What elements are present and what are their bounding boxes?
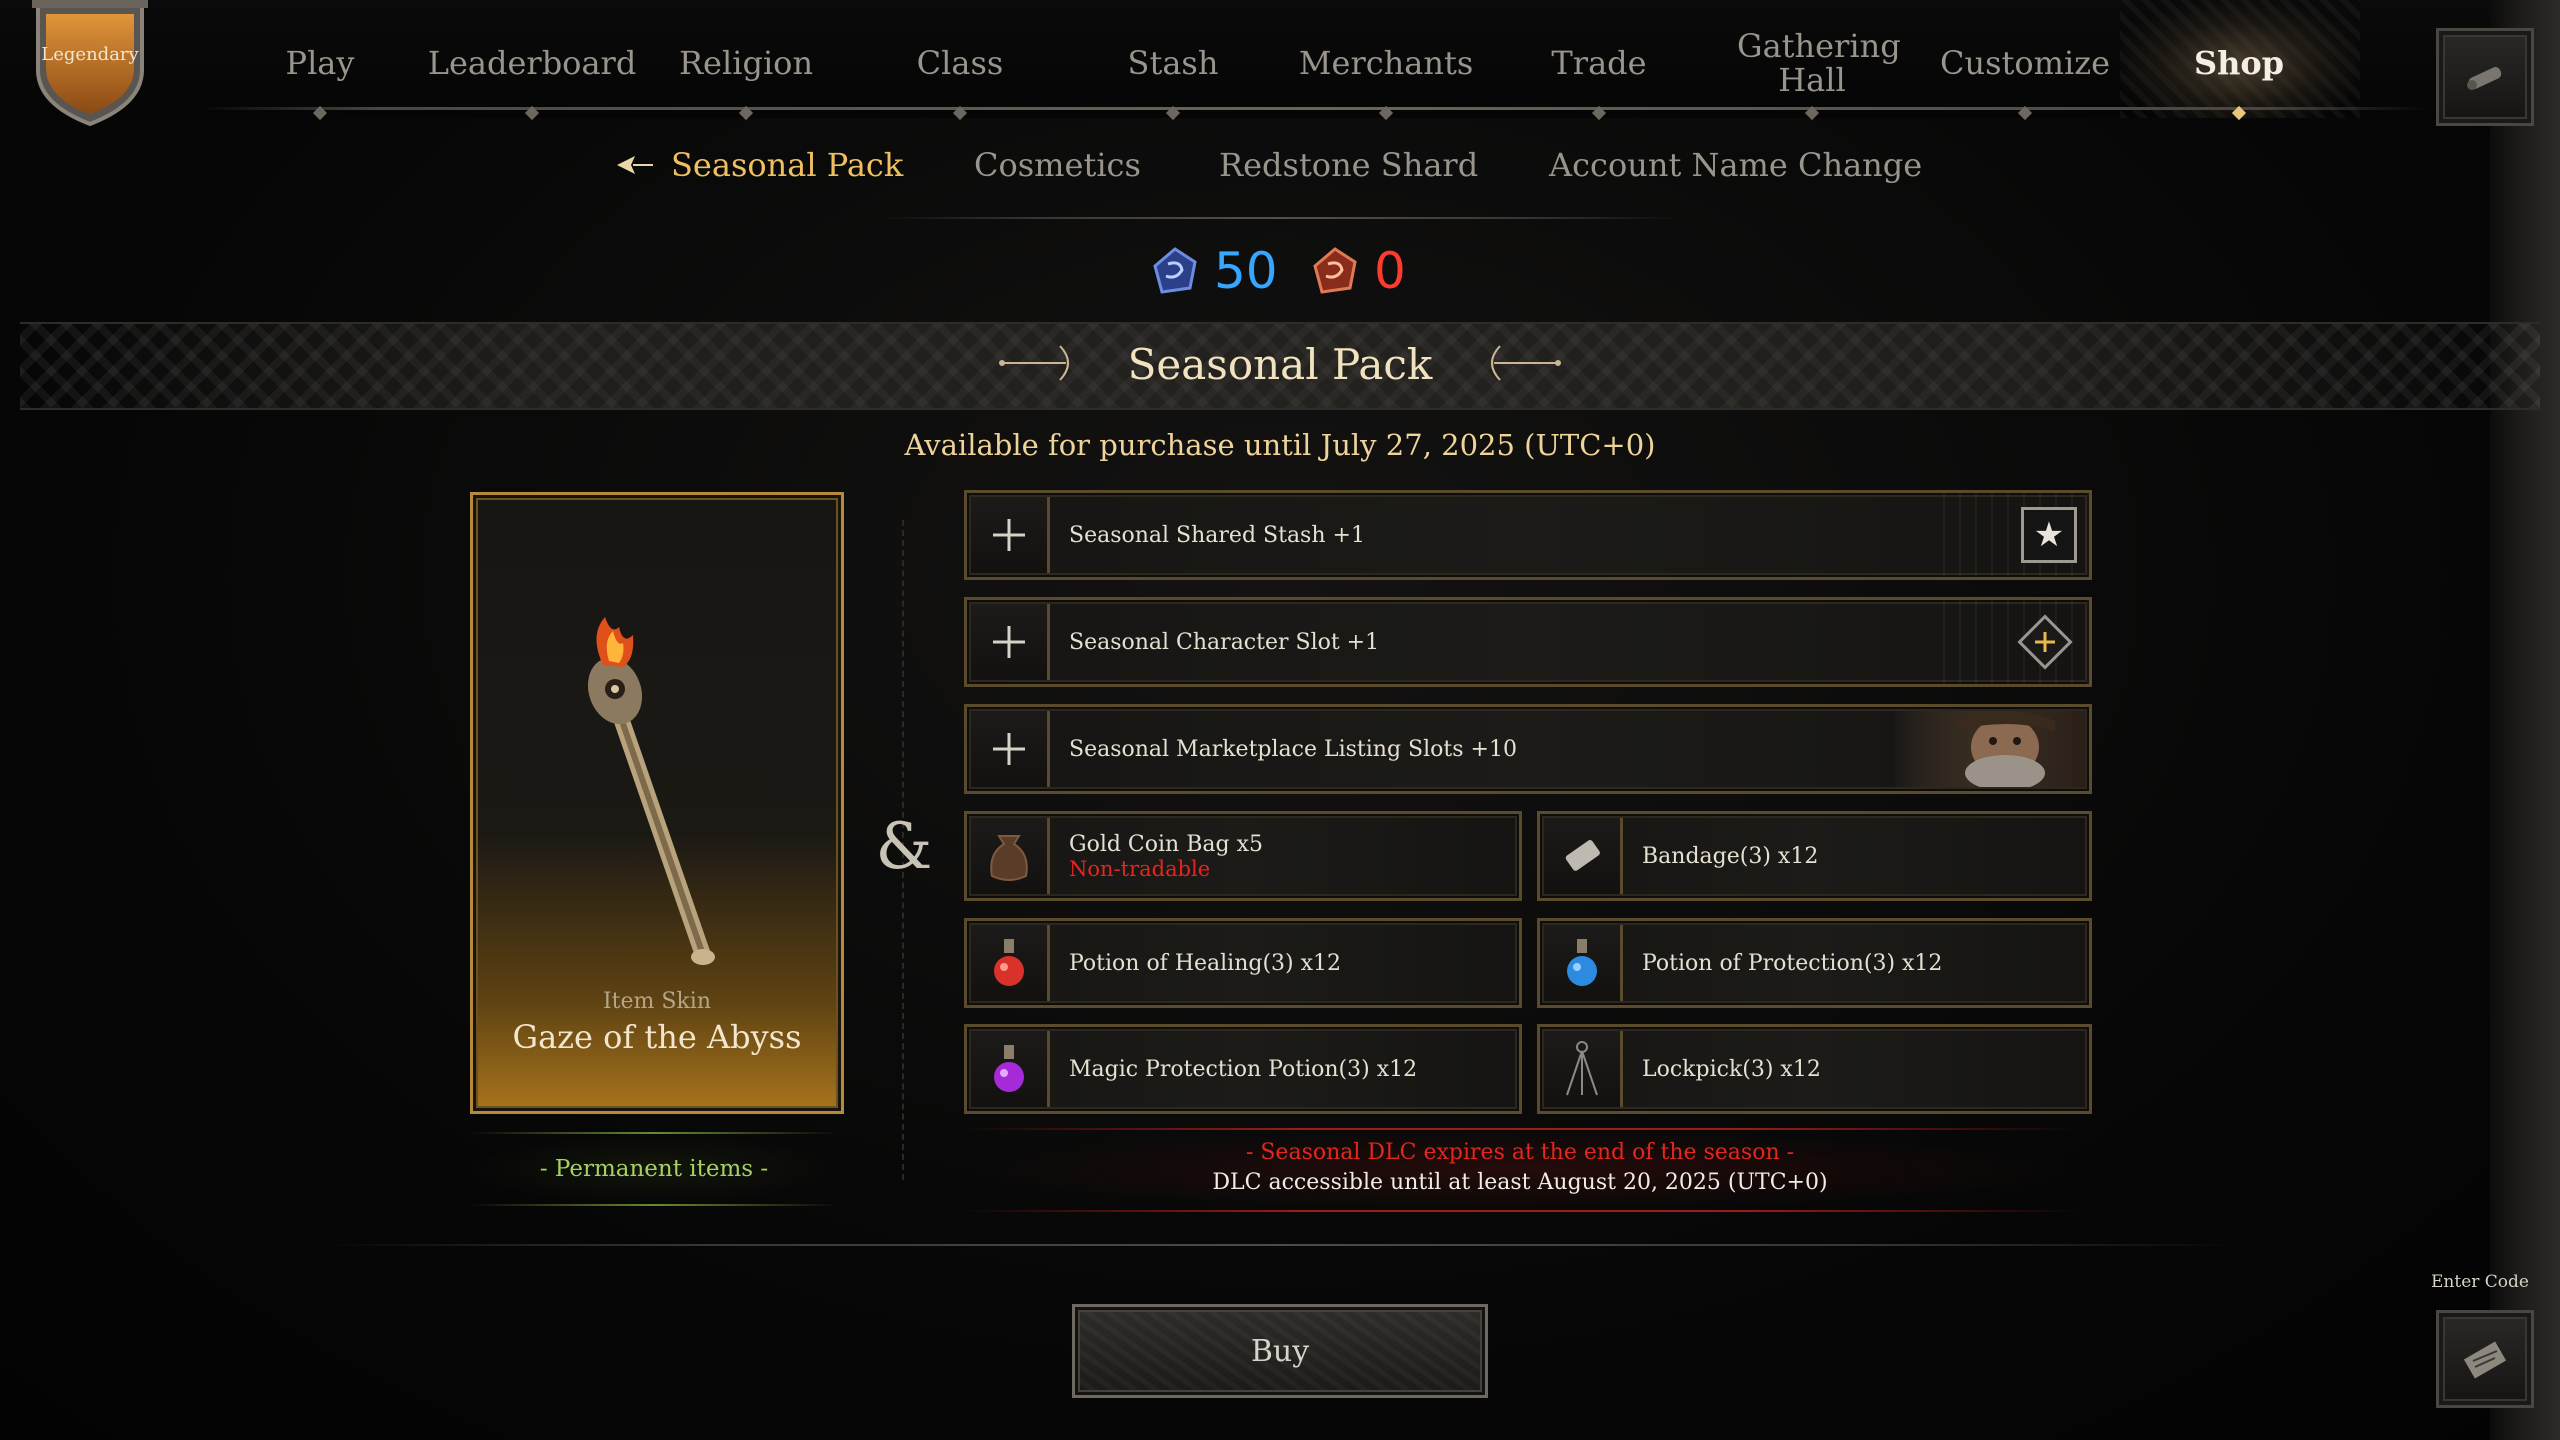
- plus-icon: [971, 497, 1050, 573]
- bottom-divider-line: [320, 1244, 2240, 1246]
- tab-account-name-change[interactable]: Account Name Change: [1549, 140, 1922, 190]
- feature-row-marketplace-slots[interactable]: Seasonal Marketplace Listing Slots +10: [964, 704, 2092, 794]
- item-type-label: Item Skin: [602, 989, 711, 1014]
- item-row-potion-of-healing[interactable]: Potion of Healing(3) x12: [964, 918, 1522, 1008]
- nav-item-label: Merchants: [1298, 44, 1474, 82]
- lockpick-icon: [1544, 1031, 1623, 1107]
- item-label: Gold Coin Bag x5 Non-tradable: [1069, 814, 1263, 898]
- nav-item-label: Shop: [2193, 44, 2285, 82]
- item-row-potion-of-protection[interactable]: Potion of Protection(3) x12: [1537, 918, 2092, 1008]
- plus-icon: [971, 711, 1050, 787]
- protection-potion-icon: [1544, 925, 1623, 1001]
- tab-label: Account Name Change: [1549, 146, 1923, 184]
- nav-item-label: Gathering Hall: [1737, 27, 1901, 99]
- right-ornament-icon: [1491, 345, 1561, 381]
- plus-icon: [971, 604, 1050, 680]
- nav-item-shop[interactable]: Shop: [2139, 18, 2339, 121]
- item-label: Potion of Healing(3) x12: [1069, 921, 1341, 1005]
- permanent-items-label: - Permanent items -: [470, 1132, 838, 1206]
- right-frame-border: [2490, 0, 2560, 1440]
- ampersand-symbol: &: [875, 810, 933, 884]
- item-name: Lockpick(3) x12: [1642, 1056, 1821, 1082]
- item-skin-card[interactable]: Item Skin Gaze of the Abyss: [470, 492, 844, 1114]
- nav-item-label: Customize: [1939, 44, 2110, 82]
- nav-item-religion[interactable]: Religion: [646, 18, 846, 121]
- red-shard-balance: 0: [1310, 236, 1406, 306]
- item-label: Potion of Protection(3) x12: [1642, 921, 1942, 1005]
- item-label: Magic Protection Potion(3) x12: [1069, 1027, 1417, 1111]
- dlc-access-info: DLC accessible until at least August 20,…: [1212, 1170, 1828, 1195]
- nav-item-label: Trade: [1551, 44, 1647, 82]
- nav-item-stash[interactable]: Stash: [1073, 18, 1273, 121]
- nav-item-label: Stash: [1127, 44, 1219, 82]
- nav-item-play[interactable]: Play: [220, 18, 420, 121]
- magic-potion-icon: [971, 1031, 1050, 1107]
- nav-item-merchants[interactable]: Merchants: [1286, 18, 1486, 121]
- top-navigation-bar: Play Leaderboard Religion Class Stash Me…: [0, 0, 2560, 121]
- torch-icon: [587, 617, 715, 965]
- item-label: Bandage(3) x12: [1642, 814, 1818, 898]
- blue-shard-icon: [1153, 247, 1197, 294]
- blue-shard-amount: 50: [1214, 242, 1278, 300]
- healing-potion-icon: [971, 925, 1050, 1001]
- tab-redstone-shard[interactable]: Redstone Shard: [1219, 140, 1478, 190]
- code-scroll-icon: [2463, 1341, 2507, 1379]
- nav-item-leaderboard[interactable]: Leaderboard: [428, 18, 636, 121]
- shop-screen: Play Leaderboard Religion Class Stash Me…: [0, 0, 2560, 1440]
- item-name: Potion of Protection(3) x12: [1642, 950, 1943, 976]
- item-row-gold-coin-bag[interactable]: Gold Coin Bag x5 Non-tradable: [964, 811, 1522, 901]
- star-icon: ★: [2021, 507, 2077, 563]
- feature-row-shared-stash[interactable]: Seasonal Shared Stash +1 ★: [964, 490, 2092, 580]
- item-name: Gaze of the Abyss: [512, 1018, 802, 1056]
- tab-label: Redstone Shard: [1219, 146, 1479, 184]
- nav-item-label: Class: [916, 44, 1004, 82]
- availability-text: Available for purchase until July 27, 20…: [904, 428, 1656, 462]
- nav-item-class[interactable]: Class: [860, 18, 1060, 121]
- rank-badge[interactable]: Legendary: [30, 0, 150, 128]
- bandage-icon: [1544, 818, 1623, 894]
- tab-seasonal-pack[interactable]: Seasonal Pack: [615, 140, 903, 190]
- nav-item-trade[interactable]: Trade: [1499, 18, 1699, 121]
- item-row-bandage[interactable]: Bandage(3) x12: [1537, 811, 2092, 901]
- tab-label: Seasonal Pack: [671, 146, 904, 184]
- item-name: Magic Protection Potion(3) x12: [1069, 1056, 1418, 1082]
- feature-label: Seasonal Shared Stash +1: [1069, 522, 1365, 548]
- scroll-menu-button[interactable]: [2436, 28, 2534, 126]
- scroll-icon: [2467, 67, 2502, 90]
- item-row-magic-protection-potion[interactable]: Magic Protection Potion(3) x12: [964, 1024, 1522, 1114]
- nav-item-label: Religion: [678, 44, 814, 82]
- dlc-expiry-warning: - Seasonal DLC expires at the end of the…: [1245, 1140, 1795, 1165]
- enter-code-label: Enter Code: [2431, 1272, 2529, 1292]
- tab-label: Cosmetics: [974, 146, 1141, 184]
- coin-bag-icon: [971, 818, 1050, 894]
- item-label: Lockpick(3) x12: [1642, 1027, 1821, 1111]
- nav-item-label: Play: [285, 44, 355, 82]
- item-name: Gold Coin Bag x5: [1069, 831, 1263, 857]
- feature-label: Seasonal Character Slot +1: [1069, 629, 1380, 655]
- blue-shard-balance: 50: [1150, 236, 1278, 306]
- buy-button[interactable]: Buy: [1072, 1304, 1488, 1398]
- item-row-lockpick[interactable]: Lockpick(3) x12: [1537, 1024, 2092, 1114]
- feature-row-character-slot[interactable]: Seasonal Character Slot +1: [964, 597, 2092, 687]
- red-shard-amount: 0: [1374, 242, 1406, 300]
- tab-selected-arrow-icon: [617, 156, 653, 174]
- non-tradable-tag: Non-tradable: [1069, 856, 1211, 881]
- rank-label: Legendary: [41, 44, 139, 65]
- red-shard-icon: [1313, 247, 1357, 294]
- item-name: Bandage(3) x12: [1642, 843, 1819, 869]
- nav-item-customize[interactable]: Customize: [1925, 18, 2125, 121]
- dlc-expiry-notice: - Seasonal DLC expires at the end of the…: [960, 1128, 2080, 1212]
- character-slot-plus-icon: [2017, 614, 2073, 670]
- merchant-portrait-icon: [1895, 711, 2085, 787]
- enter-code-button[interactable]: [2436, 1310, 2534, 1408]
- subtab-divider-line: [880, 217, 1680, 219]
- nav-item-label: Leaderboard: [427, 44, 637, 82]
- feature-label: Seasonal Marketplace Listing Slots +10: [1069, 736, 1517, 762]
- tab-cosmetics[interactable]: Cosmetics: [974, 140, 1141, 190]
- nav-item-gathering-hall[interactable]: Gathering Hall: [1712, 18, 1912, 121]
- item-name: Potion of Healing(3) x12: [1069, 950, 1342, 976]
